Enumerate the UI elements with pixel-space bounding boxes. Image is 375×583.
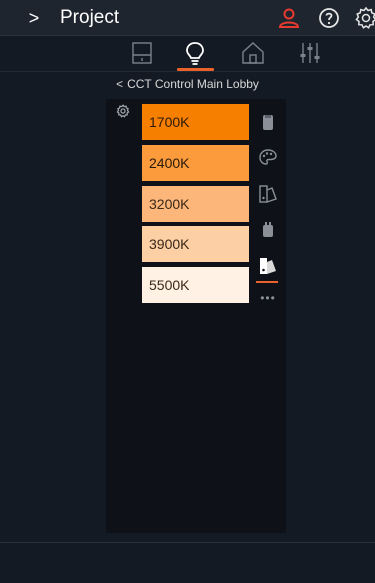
device-icon[interactable]: [258, 112, 278, 132]
palette-icon[interactable]: [258, 148, 278, 168]
preset-label: 3200K: [149, 196, 190, 212]
preset-2400k[interactable]: 2400K: [142, 145, 249, 181]
home-icon[interactable]: [240, 40, 266, 66]
scene-icon[interactable]: [258, 184, 278, 204]
preset-3900k[interactable]: 3900K: [142, 226, 249, 262]
page-title: Project: [60, 7, 120, 28]
preset-1700k[interactable]: 1700K: [142, 104, 249, 140]
breadcrumb[interactable]: < CCT Control Main Lobby: [0, 72, 375, 96]
scene-active-icon[interactable]: [258, 256, 278, 276]
user-icon[interactable]: [277, 6, 301, 30]
preset-5500k[interactable]: 5500K: [142, 267, 249, 303]
plug-icon[interactable]: [258, 220, 278, 240]
category-tabs: [0, 36, 375, 72]
panel-settings-icon[interactable]: [116, 104, 130, 118]
active-side-indicator: [256, 281, 278, 283]
more-icon[interactable]: •••: [258, 292, 278, 304]
preset-label: 3900K: [149, 236, 190, 252]
bottom-bar: [0, 543, 375, 583]
preset-label: 1700K: [149, 114, 190, 130]
preset-3200k[interactable]: 3200K: [142, 186, 249, 222]
back-chevron-icon[interactable]: <: [116, 77, 123, 91]
settings-icon[interactable]: [354, 6, 375, 30]
app-header: > Project: [0, 0, 375, 36]
mixer-sliders-icon[interactable]: [297, 40, 323, 66]
breadcrumb-label: CCT Control Main Lobby: [127, 77, 259, 91]
help-icon[interactable]: [317, 6, 341, 30]
light-bulb-icon[interactable]: [182, 40, 208, 66]
preset-label: 2400K: [149, 155, 190, 171]
preset-label: 5500K: [149, 277, 190, 293]
app: > Project < CCT Control Main Lobby 1700K…: [0, 0, 375, 583]
device-tab-icon[interactable]: [129, 40, 155, 66]
expand-chevron-icon[interactable]: >: [26, 6, 42, 30]
